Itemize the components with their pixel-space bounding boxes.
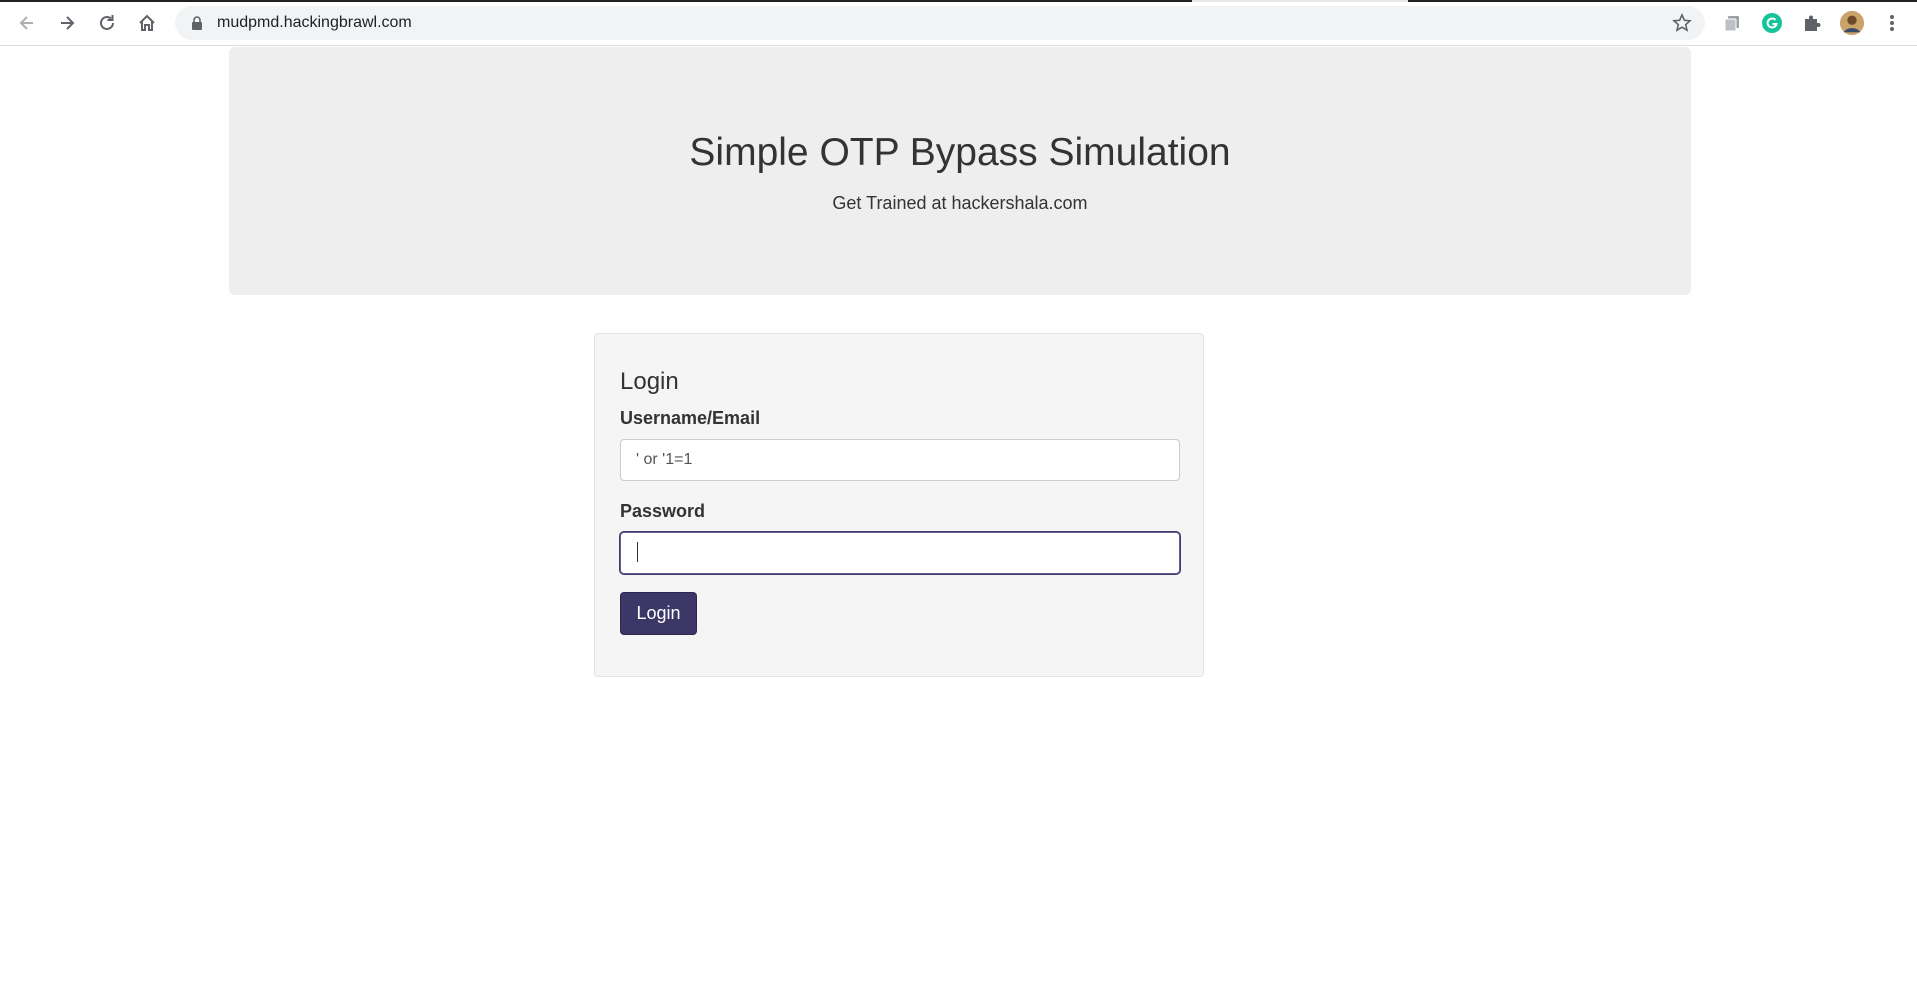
tab-strip [0,0,1917,2]
page-subtitle: Get Trained at hackershala.com [832,193,1088,213]
login-form-legend: Login [620,368,679,395]
reload-icon [100,15,114,30]
profile-button[interactable] [1839,10,1865,36]
grammarly-icon [1762,13,1782,33]
menu-kebab-icon [1890,15,1894,31]
page-title: Simple OTP Bypass Simulation [689,131,1231,174]
forward-icon [61,16,75,30]
text-caret [637,542,638,562]
hero-jumbotron: Simple OTP Bypass Simulation Get Trained… [229,47,1691,295]
password-field[interactable] [620,532,1180,574]
username-field[interactable] [620,439,1180,481]
browser-menu-button[interactable] [1879,10,1905,36]
grammarly-button[interactable] [1759,10,1785,36]
address-bar[interactable]: mudpmd.hackingbrawl.com [175,6,1705,40]
extensions-puzzle-icon [1805,15,1821,31]
tab-strip-segment [1408,0,1917,2]
address-url[interactable]: mudpmd.hackingbrawl.com [217,14,412,32]
extensions-button[interactable] [1799,10,1825,36]
extension-pages-button[interactable] [1719,10,1745,36]
login-button[interactable]: Login [620,592,697,635]
home-icon [139,14,155,31]
reload-button[interactable] [93,9,121,37]
back-button[interactable] [13,9,41,37]
lock-icon [192,16,202,30]
login-form: Login Username/Email Password Login [594,333,1204,677]
back-icon [19,16,33,30]
password-label: Password [620,501,706,521]
browser-toolbar: mudpmd.hackingbrawl.com [0,0,1917,46]
forward-button[interactable] [53,9,81,37]
profile-avatar [1839,10,1865,36]
tab-strip-active-segment [0,0,1192,2]
home-button[interactable] [133,9,161,37]
username-label: Username/Email [620,408,761,428]
star-icon[interactable] [1671,12,1693,34]
extension-pages-icon [1724,16,1739,32]
